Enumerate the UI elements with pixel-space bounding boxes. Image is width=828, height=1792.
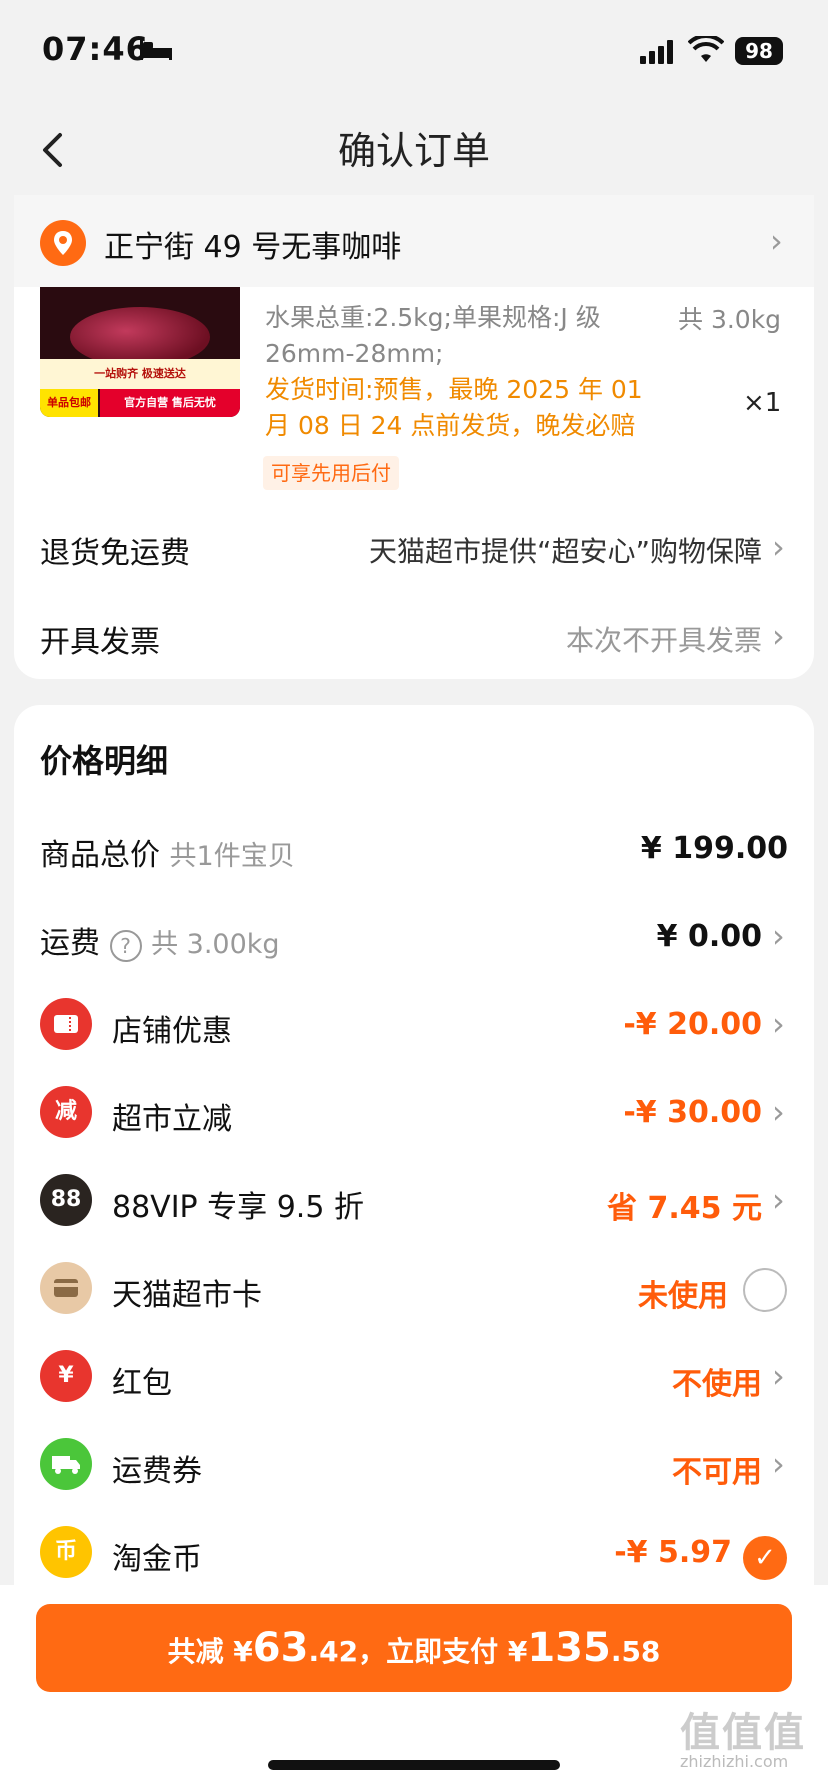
jian-icon: 减 xyxy=(40,1086,92,1138)
truck-icon xyxy=(40,1438,92,1490)
chevron-right-icon: › xyxy=(772,1181,785,1219)
ship-time: 发货时间:预售，最晚 2025 年 01 月 08 日 24 点前发货，晚发必赔 xyxy=(265,375,643,440)
sleep-mode-icon xyxy=(140,40,172,60)
pay-mid: ，立即支付 ¥ xyxy=(358,1635,528,1668)
discount-label: 店铺优惠 xyxy=(112,1014,232,1049)
redpacket-icon: ¥ xyxy=(40,1350,92,1402)
return-shipping-chevron-icon: › xyxy=(772,528,785,566)
discount-value[interactable]: -¥ 30.00 xyxy=(623,1095,762,1130)
page-title: 确认订单 xyxy=(337,129,490,173)
cherry-picture xyxy=(70,307,210,367)
freight-value[interactable]: ¥ 0.00 xyxy=(657,919,762,954)
discount-value[interactable]: 不使用 xyxy=(672,1359,762,1403)
pay-amount-dec: .58 xyxy=(610,1635,661,1668)
goods-total-sub: 共1件宝贝 xyxy=(169,841,295,872)
product-image[interactable]: 一站购齐 极速送达 单品包邮 官方自营 售后无忧 xyxy=(40,287,240,417)
home-indicator xyxy=(268,1760,560,1770)
signal-icon xyxy=(640,40,673,64)
chevron-right-icon: › xyxy=(772,1093,785,1131)
discount-value[interactable]: -¥ 20.00 xyxy=(623,1007,762,1042)
discount-label: 运费券 xyxy=(112,1454,202,1489)
return-shipping-label: 退货免运费 xyxy=(40,536,190,571)
discount-label: 超市立减 xyxy=(112,1102,232,1137)
product-spec: 水果总重:2.5kg;单果规格:J 级 26mm-28mm; xyxy=(265,303,601,368)
reduce-amount-dec: .42 xyxy=(308,1635,359,1668)
location-pin-icon xyxy=(40,220,86,266)
watermark-logo: 值值值 xyxy=(680,1710,806,1756)
product-image-banner: 一站购齐 极速送达 xyxy=(40,359,240,389)
discount-label: 88VIP 专享 9.5 折 xyxy=(112,1190,364,1225)
pay-prefix: 共减 ¥ xyxy=(167,1635,253,1668)
goods-total-row: 商品总价 共1件宝贝 xyxy=(40,830,295,874)
freight-sub: 共 3.00kg xyxy=(151,929,280,960)
product-quantity: ×1 xyxy=(743,388,782,418)
status-time: 07:46 xyxy=(42,30,149,68)
card-icon xyxy=(40,1262,92,1314)
chevron-right-icon: › xyxy=(772,1005,785,1043)
pay-later-badge: 可享先用后付 xyxy=(263,456,399,490)
freight-label: 运费 xyxy=(40,926,100,961)
discount-value[interactable]: -¥ 5.97 xyxy=(614,1535,732,1570)
product-total-weight: 共 3.0kg xyxy=(678,305,782,334)
address-text: 正宁街 49 号无事咖啡 xyxy=(104,230,402,265)
goods-total-value: ¥ 199.00 xyxy=(640,831,788,866)
chevron-right-icon: › xyxy=(772,1357,785,1395)
address-chevron-icon: › xyxy=(770,222,783,260)
coin-checkbox-icon[interactable]: ✓ xyxy=(743,1536,787,1580)
return-shipping-value[interactable]: 天猫超市提供“超安心”购物保障 xyxy=(369,530,762,570)
coin-icon: 币 xyxy=(40,1526,92,1578)
ticket-icon xyxy=(40,998,92,1050)
pay-button[interactable]: 共减 ¥63.42，立即支付 ¥135.58 xyxy=(36,1604,792,1692)
discount-value[interactable]: 未使用 xyxy=(638,1271,728,1315)
price-detail-title: 价格明细 xyxy=(40,742,169,780)
freight-chevron-icon: › xyxy=(772,917,785,955)
invoice-chevron-icon: › xyxy=(772,617,785,655)
discount-label: 天猫超市卡 xyxy=(112,1278,262,1313)
vip88-icon: 88 xyxy=(40,1174,92,1226)
invoice-value[interactable]: 本次不开具发票 xyxy=(566,619,762,659)
supermarket-card-radio[interactable] xyxy=(743,1268,787,1312)
discount-label: 淘金币 xyxy=(112,1542,202,1577)
battery-level: 98 xyxy=(735,37,783,65)
freight-row: 运费 ? 共 3.00kg xyxy=(40,918,280,962)
pay-amount-int: 135 xyxy=(527,1625,611,1671)
goods-total-label: 商品总价 xyxy=(40,838,160,873)
product-image-tag-left: 单品包邮 xyxy=(40,389,98,417)
help-icon[interactable]: ? xyxy=(109,930,142,962)
watermark-url: zhizhizhi.com xyxy=(680,1752,789,1771)
reduce-amount-int: 63 xyxy=(252,1625,309,1671)
chevron-right-icon: › xyxy=(772,1445,785,1483)
invoice-label: 开具发票 xyxy=(40,625,160,660)
discount-value[interactable]: 不可用 xyxy=(672,1447,762,1491)
discount-value[interactable]: 省 7.45 元 xyxy=(607,1183,762,1227)
product-image-tag-right: 官方自营 售后无忧 xyxy=(100,389,240,417)
wifi-icon xyxy=(688,36,724,62)
discount-label: 红包 xyxy=(112,1366,172,1401)
